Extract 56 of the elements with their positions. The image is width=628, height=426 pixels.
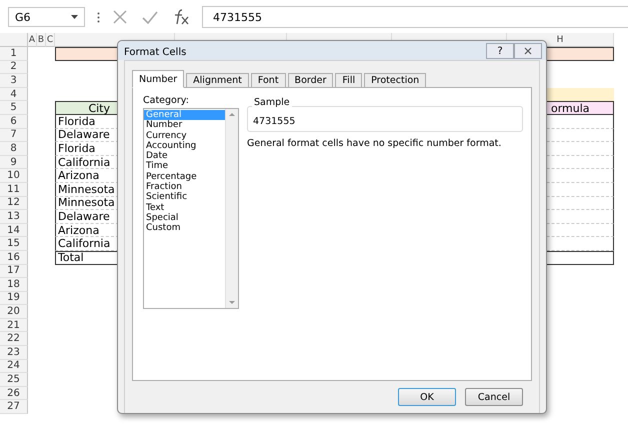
tab[interactable]: Font [250, 73, 286, 88]
row-number: 13 [0, 210, 28, 224]
select-all-corner[interactable] [0, 33, 28, 47]
tab[interactable]: Alignment [186, 73, 249, 88]
row-number: 17 [0, 264, 28, 278]
tab[interactable]: Border [288, 73, 334, 88]
row-number: 25 [0, 373, 28, 387]
cancel-button[interactable]: Cancel [465, 388, 523, 406]
cancel-icon[interactable] [112, 9, 128, 25]
formula-field[interactable]: 4731555 [202, 6, 628, 28]
row-number: 6 [0, 114, 28, 129]
drag-handle-icon [97, 12, 100, 22]
row-number: 15 [0, 237, 28, 251]
row-number: 27 [0, 400, 28, 414]
description-text: General format cells have no specific number format. [247, 138, 502, 149]
row-number: 26 [0, 386, 28, 400]
dropdown-icon [71, 15, 78, 19]
row-number: 1 [0, 47, 28, 61]
function-icon[interactable] [172, 9, 190, 25]
scroll-down-icon[interactable] [229, 301, 235, 304]
scroll-up-icon[interactable] [229, 113, 235, 116]
row-number: 24 [0, 360, 28, 374]
scrollbar[interactable] [225, 109, 238, 308]
close-button[interactable] [514, 43, 542, 59]
row-number: 5 [0, 101, 28, 115]
window-title: Format Cells [124, 47, 186, 58]
row-number: 18 [0, 278, 28, 292]
row-number: 8 [0, 142, 28, 156]
row-number: 3 [0, 74, 28, 88]
check-icon[interactable] [142, 10, 158, 24]
row-number: 12 [0, 196, 28, 210]
column-letter[interactable]: A [28, 33, 37, 47]
row-number: 7 [0, 128, 28, 142]
close-icon [524, 47, 532, 55]
row-number: 16 [0, 250, 28, 264]
row-number: 21 [0, 318, 28, 332]
tab[interactable]: Fill [335, 73, 362, 88]
ok-button[interactable]: OK [398, 388, 456, 406]
column-letter[interactable]: B [37, 33, 46, 47]
tab[interactable]: Protection [364, 73, 426, 88]
row-number: 20 [0, 305, 28, 319]
row-number: 9 [0, 156, 28, 170]
row-number: 23 [0, 346, 28, 360]
tab[interactable]: Number [132, 70, 184, 88]
name-box[interactable]: G6 [8, 7, 85, 27]
column-letter[interactable]: C [46, 33, 55, 47]
row-number: 2 [0, 60, 28, 74]
sample-label: Sample [252, 97, 292, 108]
row-number: 14 [0, 224, 28, 238]
row-number: 22 [0, 332, 28, 346]
row-number: 10 [0, 169, 28, 183]
help-button[interactable]: ? [486, 43, 514, 59]
row-number: 19 [0, 292, 28, 306]
row-number: 11 [0, 182, 28, 197]
sample-value: 4731555 [253, 116, 296, 126]
row-number: 4 [0, 88, 28, 102]
